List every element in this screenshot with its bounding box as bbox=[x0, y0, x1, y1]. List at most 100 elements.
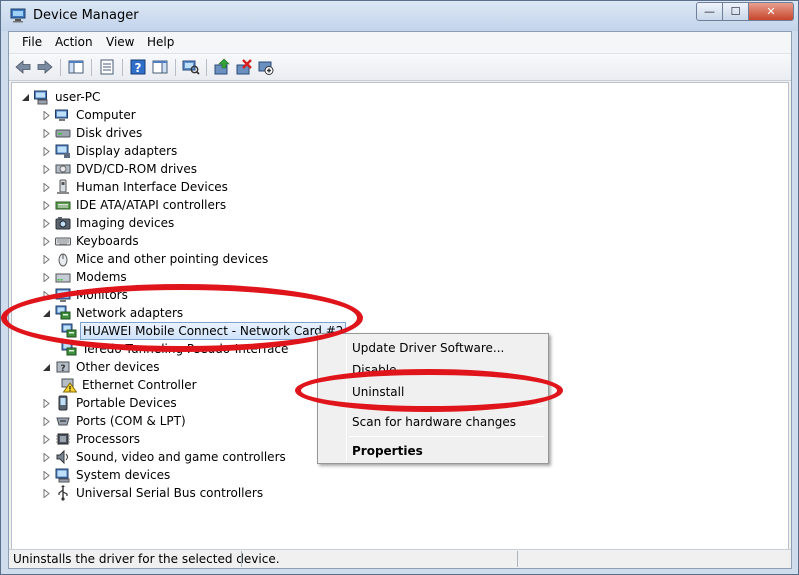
tree-category-human-interface-devices[interactable]: Human Interface Devices bbox=[43, 178, 230, 196]
expand-triangle-icon[interactable] bbox=[43, 128, 51, 138]
menu-scan-hardware[interactable]: Scan for hardware changes bbox=[320, 411, 546, 433]
computer-icon bbox=[55, 107, 71, 123]
tree-item-label: Imaging devices bbox=[76, 216, 175, 230]
tree-device-teredo-tunneling-pseudo-interface[interactable]: Teredo Tunneling Pseudo-Interface bbox=[61, 340, 290, 358]
maximize-icon: ☐ bbox=[730, 5, 741, 18]
monitor-icon bbox=[55, 287, 71, 303]
tree-item-label: Ethernet Controller bbox=[82, 378, 197, 392]
tree-item-label: Modems bbox=[76, 270, 127, 284]
expand-triangle-icon[interactable] bbox=[43, 200, 51, 210]
tree-item-label: Universal Serial Bus controllers bbox=[76, 486, 264, 500]
tree-category-display-adapters[interactable]: Display adapters bbox=[43, 142, 179, 160]
system-device-icon bbox=[55, 467, 71, 483]
tree-item-label: Mice and other pointing devices bbox=[76, 252, 269, 266]
display-adapter-icon bbox=[55, 143, 71, 159]
port-icon bbox=[55, 413, 71, 429]
update-driver-icon[interactable] bbox=[213, 58, 231, 76]
expand-triangle-icon[interactable] bbox=[43, 272, 51, 282]
menu-help[interactable]: Help bbox=[147, 35, 174, 49]
expand-triangle-icon[interactable] bbox=[43, 470, 51, 480]
tree-item-label: Display adapters bbox=[76, 144, 178, 158]
sound-icon bbox=[55, 449, 71, 465]
expand-triangle-icon[interactable] bbox=[43, 182, 51, 192]
tree-root[interactable]: user-PC bbox=[22, 88, 102, 106]
keyboard-icon bbox=[55, 233, 71, 249]
close-icon: ✕ bbox=[766, 5, 776, 18]
tree-category-monitors[interactable]: Monitors bbox=[43, 286, 130, 304]
tree-category-portable-devices[interactable]: Portable Devices bbox=[43, 394, 179, 412]
device-tree[interactable]: user-PC Computer Disk drives Display adapt… bbox=[11, 82, 789, 550]
expand-triangle-icon[interactable] bbox=[43, 146, 51, 156]
title-bar[interactable]: Device Manager — ☐ ✕ bbox=[1, 1, 798, 31]
tree-category-ports-com-lpt[interactable]: Ports (COM & LPT) bbox=[43, 412, 188, 430]
expand-triangle-icon[interactable] bbox=[43, 236, 51, 246]
tree-category-imaging-devices[interactable]: Imaging devices bbox=[43, 214, 176, 232]
expand-triangle-icon[interactable] bbox=[43, 434, 51, 444]
menu-uninstall[interactable]: Uninstall bbox=[320, 381, 546, 403]
network-adapter-icon bbox=[61, 323, 77, 339]
client-area: File Action View Help ? user-PC Computer… bbox=[8, 31, 792, 569]
processor-icon bbox=[55, 431, 71, 447]
tree-category-processors[interactable]: Processors bbox=[43, 430, 142, 448]
tree-category-dvd-cd-rom-drives[interactable]: DVD/CD-ROM drives bbox=[43, 160, 199, 178]
disk-drive-icon bbox=[55, 125, 71, 141]
expand-triangle-icon[interactable] bbox=[43, 398, 51, 408]
modem-icon bbox=[55, 269, 71, 285]
collapse-triangle-icon[interactable] bbox=[43, 363, 51, 372]
menu-action[interactable]: Action bbox=[55, 35, 93, 49]
show-hide-console-tree-icon[interactable] bbox=[67, 58, 85, 76]
tree-category-network-adapters[interactable]: Network adapters bbox=[43, 304, 185, 322]
camera-icon bbox=[55, 215, 71, 231]
expand-triangle-icon[interactable] bbox=[43, 416, 51, 426]
collapse-triangle-icon[interactable] bbox=[22, 93, 30, 102]
menu-view[interactable]: View bbox=[106, 35, 134, 49]
forward-icon[interactable] bbox=[36, 58, 54, 76]
tree-category-universal-serial-bus-controllers[interactable]: Universal Serial Bus controllers bbox=[43, 484, 265, 502]
minimize-icon: — bbox=[704, 5, 715, 18]
menu-file[interactable]: File bbox=[22, 35, 42, 49]
warning-device-icon bbox=[61, 377, 78, 393]
expand-triangle-icon[interactable] bbox=[43, 290, 51, 300]
expand-triangle-icon[interactable] bbox=[43, 488, 51, 498]
tree-device-ethernet-controller[interactable]: Ethernet Controller bbox=[61, 376, 199, 394]
close-button[interactable]: ✕ bbox=[749, 2, 794, 21]
tree-category-modems[interactable]: Modems bbox=[43, 268, 129, 286]
tree-category-keyboards[interactable]: Keyboards bbox=[43, 232, 141, 250]
collapse-triangle-icon[interactable] bbox=[43, 309, 51, 318]
maximize-button[interactable]: ☐ bbox=[723, 2, 749, 21]
device-manager-window: Device Manager — ☐ ✕ File Action View He… bbox=[0, 0, 799, 575]
portable-device-icon bbox=[55, 395, 71, 411]
tree-category-computer[interactable]: Computer bbox=[43, 106, 138, 124]
uninstall-icon[interactable] bbox=[235, 58, 253, 76]
tree-device-huawei-mobile-connect-network-card-2[interactable]: HUAWEI Mobile Connect - Network Card #2 bbox=[61, 322, 347, 340]
menu-properties[interactable]: Properties bbox=[320, 440, 546, 462]
tree-category-system-devices[interactable]: System devices bbox=[43, 466, 172, 484]
usb-icon bbox=[55, 485, 71, 501]
svg-text:?: ? bbox=[135, 61, 142, 75]
help-icon[interactable]: ? bbox=[129, 58, 147, 76]
tree-category-other-devices[interactable]: ? Other devices bbox=[43, 358, 162, 376]
minimize-button[interactable]: — bbox=[696, 2, 723, 21]
tree-category-disk-drives[interactable]: Disk drives bbox=[43, 124, 144, 142]
mouse-icon bbox=[55, 251, 71, 267]
tree-category-sound-video-and-game-controllers[interactable]: Sound, video and game controllers bbox=[43, 448, 288, 466]
menu-update-driver[interactable]: Update Driver Software... bbox=[320, 337, 546, 359]
expand-triangle-icon[interactable] bbox=[43, 110, 51, 120]
dvd-drive-icon bbox=[55, 161, 71, 177]
back-icon[interactable] bbox=[14, 58, 32, 76]
expand-triangle-icon[interactable] bbox=[43, 164, 51, 174]
expand-triangle-icon[interactable] bbox=[43, 218, 51, 228]
expand-triangle-icon[interactable] bbox=[43, 254, 51, 264]
properties-icon[interactable] bbox=[98, 58, 116, 76]
tree-item-label: DVD/CD-ROM drives bbox=[76, 162, 198, 176]
tree-item-label: Network adapters bbox=[76, 306, 184, 320]
menu-disable[interactable]: Disable bbox=[320, 359, 546, 381]
tree-category-ide-ata-atapi-controllers[interactable]: IDE ATA/ATAPI controllers bbox=[43, 196, 228, 214]
disable-icon[interactable] bbox=[257, 58, 275, 76]
tree-category-mice-and-other-pointing-devices[interactable]: Mice and other pointing devices bbox=[43, 250, 270, 268]
action-pane-icon[interactable] bbox=[151, 58, 169, 76]
status-bar: Uninstalls the driver for the selected d… bbox=[9, 549, 791, 568]
network-adapter-icon bbox=[61, 341, 77, 357]
scan-hardware-icon[interactable] bbox=[182, 58, 200, 76]
expand-triangle-icon[interactable] bbox=[43, 452, 51, 462]
